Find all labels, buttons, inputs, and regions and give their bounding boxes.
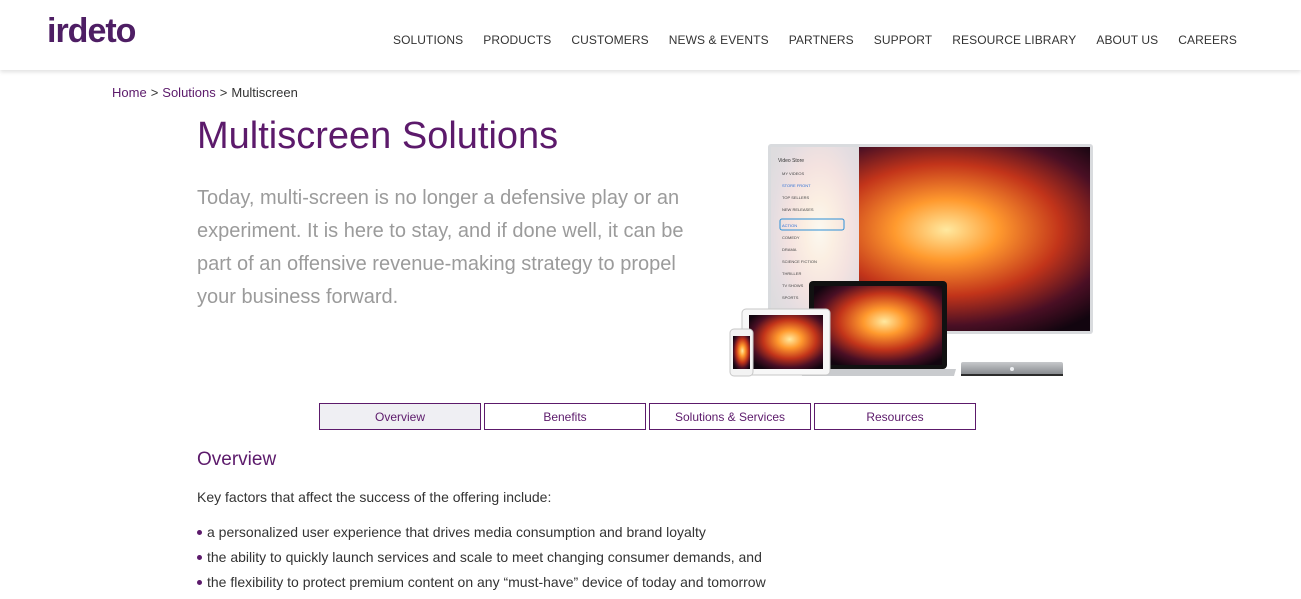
breadcrumb-separator: > [219, 85, 228, 100]
breadcrumb: Home > Solutions > Multiscreen [112, 85, 298, 100]
tab-overview[interactable]: Overview [319, 403, 481, 430]
list-item: the flexibility to protect premium conte… [197, 574, 766, 599]
multiscreen-devices-image: Video Store MY VIDEOS STORE FRONT TOP SE… [729, 144, 1093, 377]
svg-text:SCIENCE FICTION: SCIENCE FICTION [782, 259, 817, 264]
tab-benefits[interactable]: Benefits [484, 403, 646, 430]
breadcrumb-solutions[interactable]: Solutions [162, 85, 215, 100]
nav-partners[interactable]: PARTNERS [789, 33, 854, 47]
svg-text:SPORTS: SPORTS [782, 295, 799, 300]
set-top-box-device [961, 362, 1063, 376]
section-lead: Key factors that affect the success of t… [197, 489, 552, 505]
breadcrumb-current: Multiscreen [231, 85, 298, 100]
svg-text:irdeto: irdeto [47, 12, 136, 48]
nav-customers[interactable]: CUSTOMERS [571, 33, 648, 47]
svg-text:STORE FRONT: STORE FRONT [782, 183, 811, 188]
site-header: irdeto SOLUTIONS PRODUCTS CUSTOMERS NEWS… [0, 0, 1301, 70]
tab-solutions-services[interactable]: Solutions & Services [649, 403, 811, 430]
tablet-device [741, 308, 831, 376]
nav-solutions[interactable]: SOLUTIONS [393, 33, 463, 47]
section-title: Overview [197, 449, 277, 470]
tab-resources[interactable]: Resources [814, 403, 976, 430]
nav-news-events[interactable]: NEWS & EVENTS [669, 33, 769, 47]
breadcrumb-home[interactable]: Home [112, 85, 147, 100]
svg-text:COMEDY: COMEDY [782, 235, 800, 240]
irdeto-logo[interactable]: irdeto [47, 12, 153, 48]
intro-paragraph: Today, multi-screen is no longer a defen… [197, 187, 684, 308]
svg-text:TV SHOWS: TV SHOWS [782, 283, 804, 288]
svg-text:MY VIDEOS: MY VIDEOS [782, 171, 804, 176]
breadcrumb-separator: > [150, 85, 159, 100]
nav-products[interactable]: PRODUCTS [483, 33, 551, 47]
nav-support[interactable]: SUPPORT [874, 33, 933, 47]
page-title: Multiscreen Solutions [197, 115, 559, 157]
factors-list: a personalized user experience that driv… [197, 524, 766, 599]
list-item: a personalized user experience that driv… [197, 524, 766, 549]
svg-text:TOP SELLERS: TOP SELLERS [782, 195, 810, 200]
svg-text:ACTION: ACTION [782, 223, 797, 228]
nav-about-us[interactable]: ABOUT US [1096, 33, 1158, 47]
svg-text:NEW RELEASES: NEW RELEASES [782, 207, 814, 212]
svg-text:THRILLER: THRILLER [782, 271, 801, 276]
nav-careers[interactable]: CAREERS [1178, 33, 1237, 47]
list-item: the ability to quickly launch services a… [197, 549, 766, 574]
phone-device [729, 328, 754, 377]
svg-text:DRAMA: DRAMA [782, 247, 797, 252]
tv-menu-title: Video Store [778, 158, 804, 164]
main-nav: SOLUTIONS PRODUCTS CUSTOMERS NEWS & EVEN… [373, 33, 1237, 47]
nav-resource-library[interactable]: RESOURCE LIBRARY [952, 33, 1076, 47]
section-tabs: Overview Benefits Solutions & Services R… [319, 403, 979, 430]
